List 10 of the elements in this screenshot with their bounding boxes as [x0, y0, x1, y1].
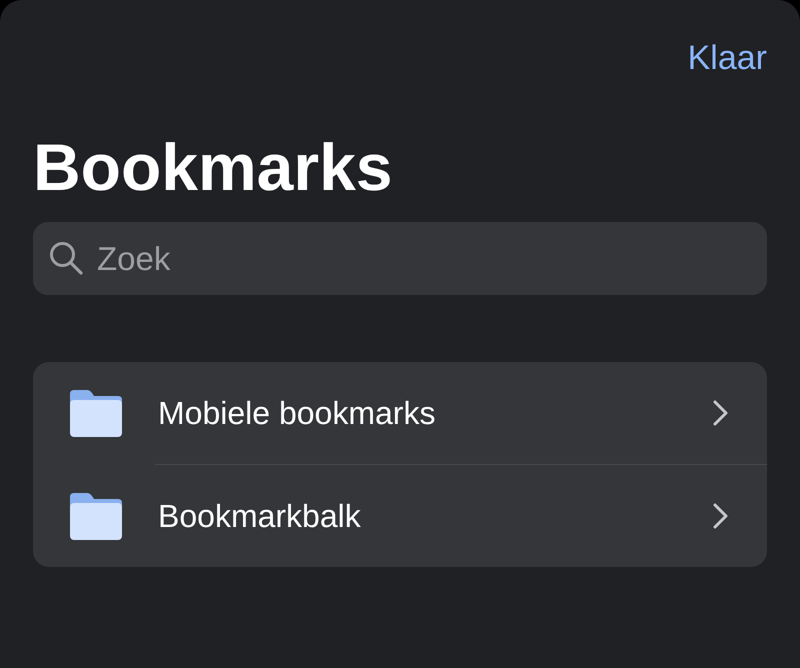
- folder-item[interactable]: Mobiele bookmarks: [33, 362, 767, 464]
- chevron-right-icon: [713, 400, 728, 426]
- search-icon: [49, 241, 83, 275]
- folder-icon: [70, 390, 122, 436]
- folder-icon: [70, 492, 122, 540]
- folder-item[interactable]: Bookmarkbalk: [33, 465, 767, 567]
- page-title: Bookmarks: [33, 134, 392, 200]
- search-field[interactable]: Zoek: [33, 222, 767, 295]
- done-button[interactable]: Klaar: [688, 38, 767, 78]
- chevron-right-icon: [713, 503, 728, 529]
